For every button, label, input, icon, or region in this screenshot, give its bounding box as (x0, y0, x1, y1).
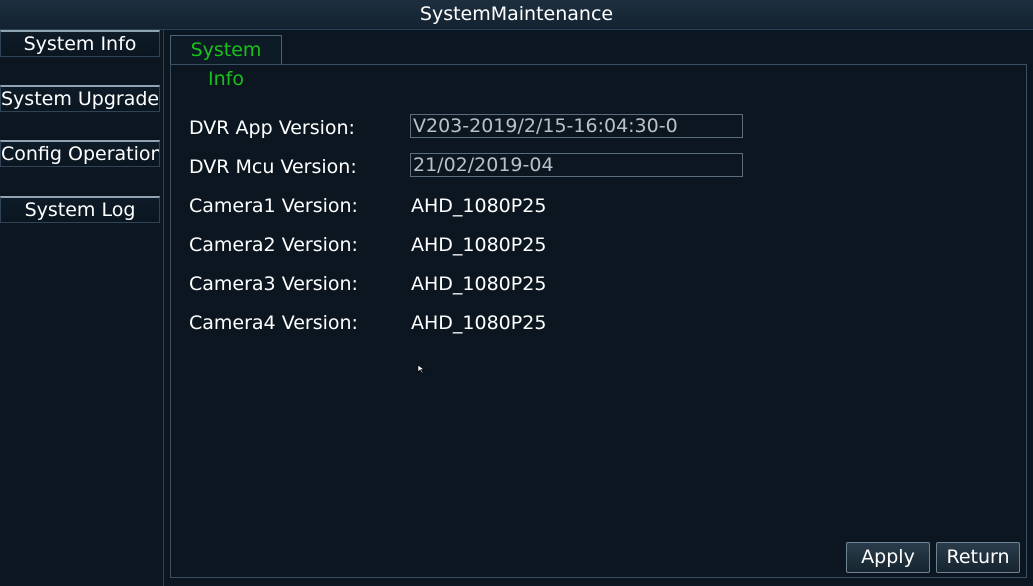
camera4-version-value: AHD_1080P25 (411, 312, 547, 334)
dvr-mcu-version-field: 21/02/2019-04 (410, 153, 743, 177)
sidebar-item-config-operation[interactable]: Config Operation (0, 140, 160, 167)
system-info-panel: DVR App Version: V203-2019/2/15-16:04:30… (170, 64, 1027, 578)
sidebar-item-system-info[interactable]: System Info (0, 30, 160, 57)
tab-system-info[interactable]: System Info (170, 35, 282, 90)
dvr-mcu-version-label: DVR Mcu Version: (189, 156, 357, 178)
camera1-version-value: AHD_1080P25 (411, 195, 547, 217)
dvr-app-version-label: DVR App Version: (189, 117, 355, 139)
clipped-status-strip (300, 578, 540, 586)
dvr-app-version-field: V203-2019/2/15-16:04:30-0 (410, 114, 743, 138)
sidebar: System Info System Upgrade Config Operat… (0, 30, 162, 586)
camera3-version-label: Camera3 Version: (189, 273, 358, 295)
camera1-version-label: Camera1 Version: (189, 195, 358, 217)
apply-button[interactable]: Apply (846, 542, 930, 573)
camera4-version-label: Camera4 Version: (189, 312, 358, 334)
window-title: SystemMaintenance (0, 0, 1033, 30)
system-maintenance-window: SystemMaintenance System Info System Upg… (0, 0, 1033, 586)
return-button[interactable]: Return (936, 542, 1020, 573)
camera2-version-value: AHD_1080P25 (411, 234, 547, 256)
camera3-version-value: AHD_1080P25 (411, 273, 547, 295)
main-content: System Info DVR App Version: V203-2019/2… (163, 30, 1033, 586)
sidebar-item-system-upgrade[interactable]: System Upgrade (0, 85, 160, 112)
mouse-pointer-icon (417, 364, 425, 374)
camera2-version-label: Camera2 Version: (189, 234, 358, 256)
sidebar-item-system-log[interactable]: System Log (0, 196, 160, 223)
